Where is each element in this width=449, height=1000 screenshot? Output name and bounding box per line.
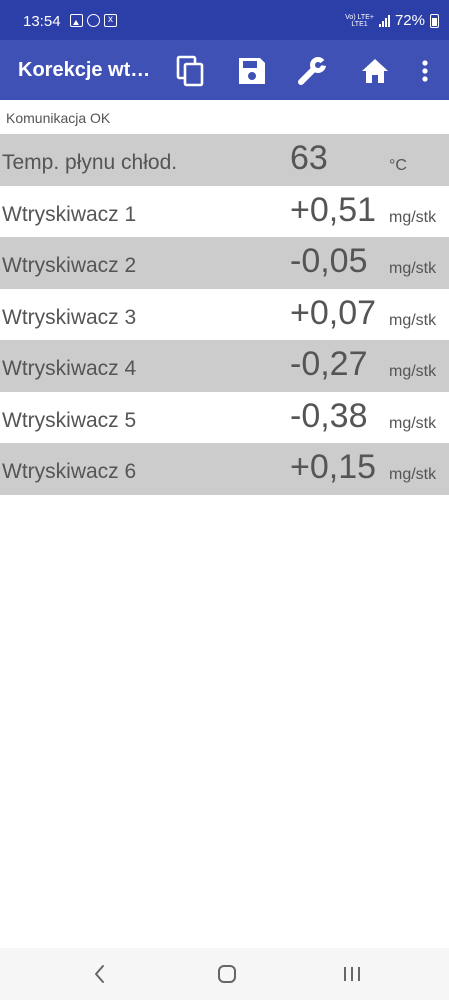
status-time: 13:54 [23, 13, 61, 30]
wrench-icon[interactable] [297, 55, 329, 87]
injector-3-row: Wtryskiwacz 3 +0,07 mg/stk [0, 289, 449, 341]
row-label: Wtryskiwacz 4 [2, 357, 137, 380]
image-icon [70, 14, 83, 27]
recents-icon[interactable] [340, 962, 364, 986]
status-right: Vo) LTE+ LTE1 72% [345, 12, 439, 29]
network-label-bottom: LTE1 [351, 20, 368, 28]
overflow-menu-icon[interactable] [409, 55, 441, 87]
injector-5-row: Wtryskiwacz 5 -0,38 mg/stk [0, 392, 449, 444]
battery-percent: 72% [394, 12, 425, 29]
app-icon: x [104, 14, 117, 27]
row-label: Wtryskiwacz 3 [2, 305, 137, 329]
data-rows: Temp. płynu chłod. 63 °C Wtryskiwacz 1 +… [0, 134, 449, 495]
row-value: -0,05 [290, 242, 368, 280]
coolant-temp-row: Temp. płynu chłod. 63 °C [0, 134, 449, 186]
whatsapp-icon [87, 14, 100, 27]
row-value: +0,15 [290, 448, 377, 486]
notification-icons: x [70, 14, 117, 27]
battery-icon [430, 13, 439, 28]
back-icon[interactable] [88, 962, 112, 986]
row-unit: °C [389, 157, 407, 174]
row-label: Temp. płynu chłod. [2, 151, 178, 174]
home-icon[interactable] [359, 55, 391, 87]
app-title: Korekcje wt… [18, 59, 151, 81]
app-bar: Korekcje wt… [0, 40, 449, 100]
copy-icon[interactable] [174, 55, 206, 87]
row-value: 63 [290, 139, 328, 177]
row-value: +0,07 [290, 293, 377, 332]
injector-4-row: Wtryskiwacz 4 -0,27 mg/stk [0, 340, 449, 392]
row-unit: mg/stk [389, 414, 437, 432]
injector-6-row: Wtryskiwacz 6 +0,15 mg/stk [0, 443, 449, 495]
communication-status: Komunikacja OK [6, 110, 111, 126]
network-label-top: Vo) LTE+ [345, 13, 374, 21]
row-unit: mg/stk [389, 208, 437, 226]
row-label: Wtryskiwacz 6 [2, 460, 137, 483]
injector-2-row: Wtryskiwacz 2 -0,05 mg/stk [0, 237, 449, 289]
row-unit: mg/stk [389, 363, 437, 380]
status-bar: 13:54 x Vo) LTE+ LTE1 72% [0, 0, 449, 40]
row-unit: mg/stk [389, 466, 437, 483]
system-nav-bar [0, 948, 449, 1000]
row-label: Wtryskiwacz 5 [2, 408, 137, 432]
row-value: -0,38 [290, 396, 368, 435]
injector-1-row: Wtryskiwacz 1 +0,51 mg/stk [0, 186, 449, 238]
network-label: Vo) LTE+ LTE1 [345, 14, 374, 28]
row-unit: mg/stk [389, 260, 437, 277]
home-nav-icon[interactable] [215, 962, 239, 986]
row-unit: mg/stk [389, 311, 437, 329]
row-label: Wtryskiwacz 1 [2, 202, 137, 226]
row-value: -0,27 [290, 345, 368, 383]
signal-icon [378, 14, 390, 27]
row-label: Wtryskiwacz 2 [2, 254, 137, 277]
save-icon[interactable] [236, 55, 268, 87]
row-value: +0,51 [290, 190, 377, 229]
